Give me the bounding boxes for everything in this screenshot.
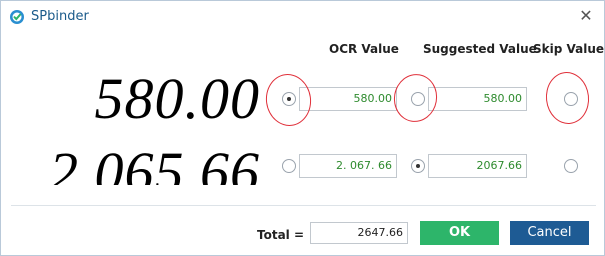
title-bar: SPbinder ✕ bbox=[1, 1, 604, 33]
check-circle-icon bbox=[9, 9, 25, 25]
ok-button[interactable]: OK bbox=[420, 221, 499, 245]
ocr-value-header: OCR Value bbox=[329, 42, 399, 56]
ocr-value-radio[interactable] bbox=[282, 92, 296, 106]
suggested-value-field[interactable]: 2067.66 bbox=[428, 154, 527, 178]
ocr-snippet-image: 580.00 bbox=[94, 71, 260, 126]
spbinder-dialog: SPbinder ✕ OCR Value Suggested Value Ski… bbox=[0, 0, 605, 256]
suggested-value-field[interactable]: 580.00 bbox=[428, 87, 527, 111]
total-label: Total = bbox=[257, 228, 305, 242]
skip-value-header: Skip Value bbox=[533, 42, 605, 56]
footer-divider bbox=[11, 205, 596, 206]
ocr-snippet-image: 2.065.66 bbox=[49, 144, 260, 185]
ocr-value-radio[interactable] bbox=[282, 159, 296, 173]
skip-value-radio[interactable] bbox=[564, 159, 578, 173]
suggested-value-radio[interactable] bbox=[411, 92, 425, 106]
skip-value-radio[interactable] bbox=[564, 92, 578, 106]
ocr-value-field[interactable]: 580.00 bbox=[299, 87, 397, 111]
close-icon[interactable]: ✕ bbox=[576, 6, 596, 26]
suggested-value-radio[interactable] bbox=[411, 159, 425, 173]
suggested-value-header: Suggested Value bbox=[423, 42, 537, 56]
total-field[interactable]: 2647.66 bbox=[310, 222, 408, 244]
window-title: SPbinder bbox=[31, 9, 89, 24]
cancel-button[interactable]: Cancel bbox=[510, 221, 589, 245]
ocr-value-field[interactable]: 2. 067. 66 bbox=[299, 154, 397, 178]
